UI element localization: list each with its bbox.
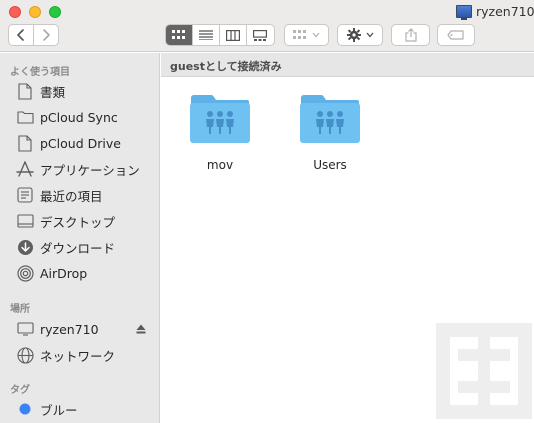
list-view-button[interactable] [193,25,220,45]
sidebar-item-airdrop[interactable]: AirDrop [16,262,156,284]
sidebar-item-label: pCloud Sync [40,109,118,125]
applications-icon [16,160,34,178]
favorites-header: よく使う項目 [10,67,70,78]
chevron-down-icon [366,32,373,38]
document-icon [16,134,34,152]
group-grid-icon [293,30,307,39]
folder-item-mov[interactable]: mov [175,94,265,172]
sidebar-item-label: pCloud Drive [40,135,121,151]
locations-header: 場所 [10,304,30,315]
view-mode-segmented-control [165,24,275,46]
chevron-left-icon [17,29,24,41]
folder-item-users[interactable]: Users [285,94,375,172]
sidebar-item-label: ryzen710 [40,321,99,337]
chevron-right-icon [43,29,50,41]
sidebar-item-pcloud-drive[interactable]: pCloud Drive [16,132,156,154]
toolbar: ryzen710 [0,0,534,52]
file-name-label: Users [313,158,347,172]
sidebar-item-label: ダウンロード [40,240,116,256]
desktop-icon [16,212,34,230]
sidebar: よく使う項目 書類 pCloud Sync pCloud Drive アプリケー… [0,53,160,423]
gallery-view-button[interactable] [247,25,274,45]
columns-icon [226,29,240,41]
watermark-seal-icon [436,323,532,419]
sidebar-item-downloads[interactable]: ダウンロード [16,236,156,258]
minimize-window-button[interactable] [29,6,41,18]
grid-icon [172,30,185,39]
shared-folder-icon [300,95,360,143]
sidebar-item-documents[interactable]: 書類 [16,80,156,102]
connection-status-bar: guestとして接続済み [161,53,534,77]
close-window-button[interactable] [9,6,21,18]
window-title-label: ryzen710 [476,3,534,19]
sidebar-item-applications[interactable]: アプリケーション [16,158,156,180]
sidebar-item-label: 最近の項目 [40,188,103,204]
sidebar-item-label: 書類 [40,84,66,100]
folder-icon [16,108,34,126]
eject-icon[interactable] [136,324,146,334]
group-by-button[interactable] [284,24,329,46]
chevron-down-icon [312,32,320,38]
tag-icon [447,30,464,40]
sidebar-item-recents[interactable]: 最近の項目 [16,184,156,206]
sidebar-item-label: ブルー [40,402,78,418]
gear-icon [346,28,361,42]
sidebar-item-tag-blue[interactable]: ブルー [16,398,156,420]
list-icon [199,30,213,40]
sidebar-item-label: デスクトップ [40,214,116,230]
download-icon [16,238,34,256]
edit-tags-button[interactable] [437,24,475,46]
back-button[interactable] [9,25,33,45]
sidebar-item-pcloud-sync[interactable]: pCloud Sync [16,106,156,128]
sidebar-item-label: ネットワーク [40,348,116,364]
icon-view-button[interactable] [166,25,193,45]
display-icon [16,320,34,338]
file-name-label: mov [206,158,234,172]
sidebar-item-desktop[interactable]: デスクトップ [16,210,156,232]
sidebar-item-label: AirDrop [40,265,88,281]
gallery-icon [253,29,268,41]
recents-icon [16,186,34,204]
action-menu-button[interactable] [337,24,383,46]
forward-button[interactable] [34,25,58,45]
network-icon [16,346,34,364]
document-icon [16,82,34,100]
column-view-button[interactable] [220,25,247,45]
sidebar-item-network[interactable]: ネットワーク [16,344,156,366]
sidebar-item-label: アプリケーション [40,162,140,178]
tags-header: タグ [10,385,30,396]
nav-buttons [8,24,59,46]
window-title: ryzen710 [456,2,534,20]
tag-color-dot-icon [16,400,34,418]
connection-status-label: guestとして接続済み [170,60,282,73]
sidebar-item-ryzen710[interactable]: ryzen710 [16,318,156,340]
maximize-window-button[interactable] [49,6,61,18]
shared-folder-icon [190,95,250,143]
share-icon [404,28,417,42]
airdrop-icon [16,264,34,282]
share-button[interactable] [391,24,430,46]
display-icon [456,4,472,20]
